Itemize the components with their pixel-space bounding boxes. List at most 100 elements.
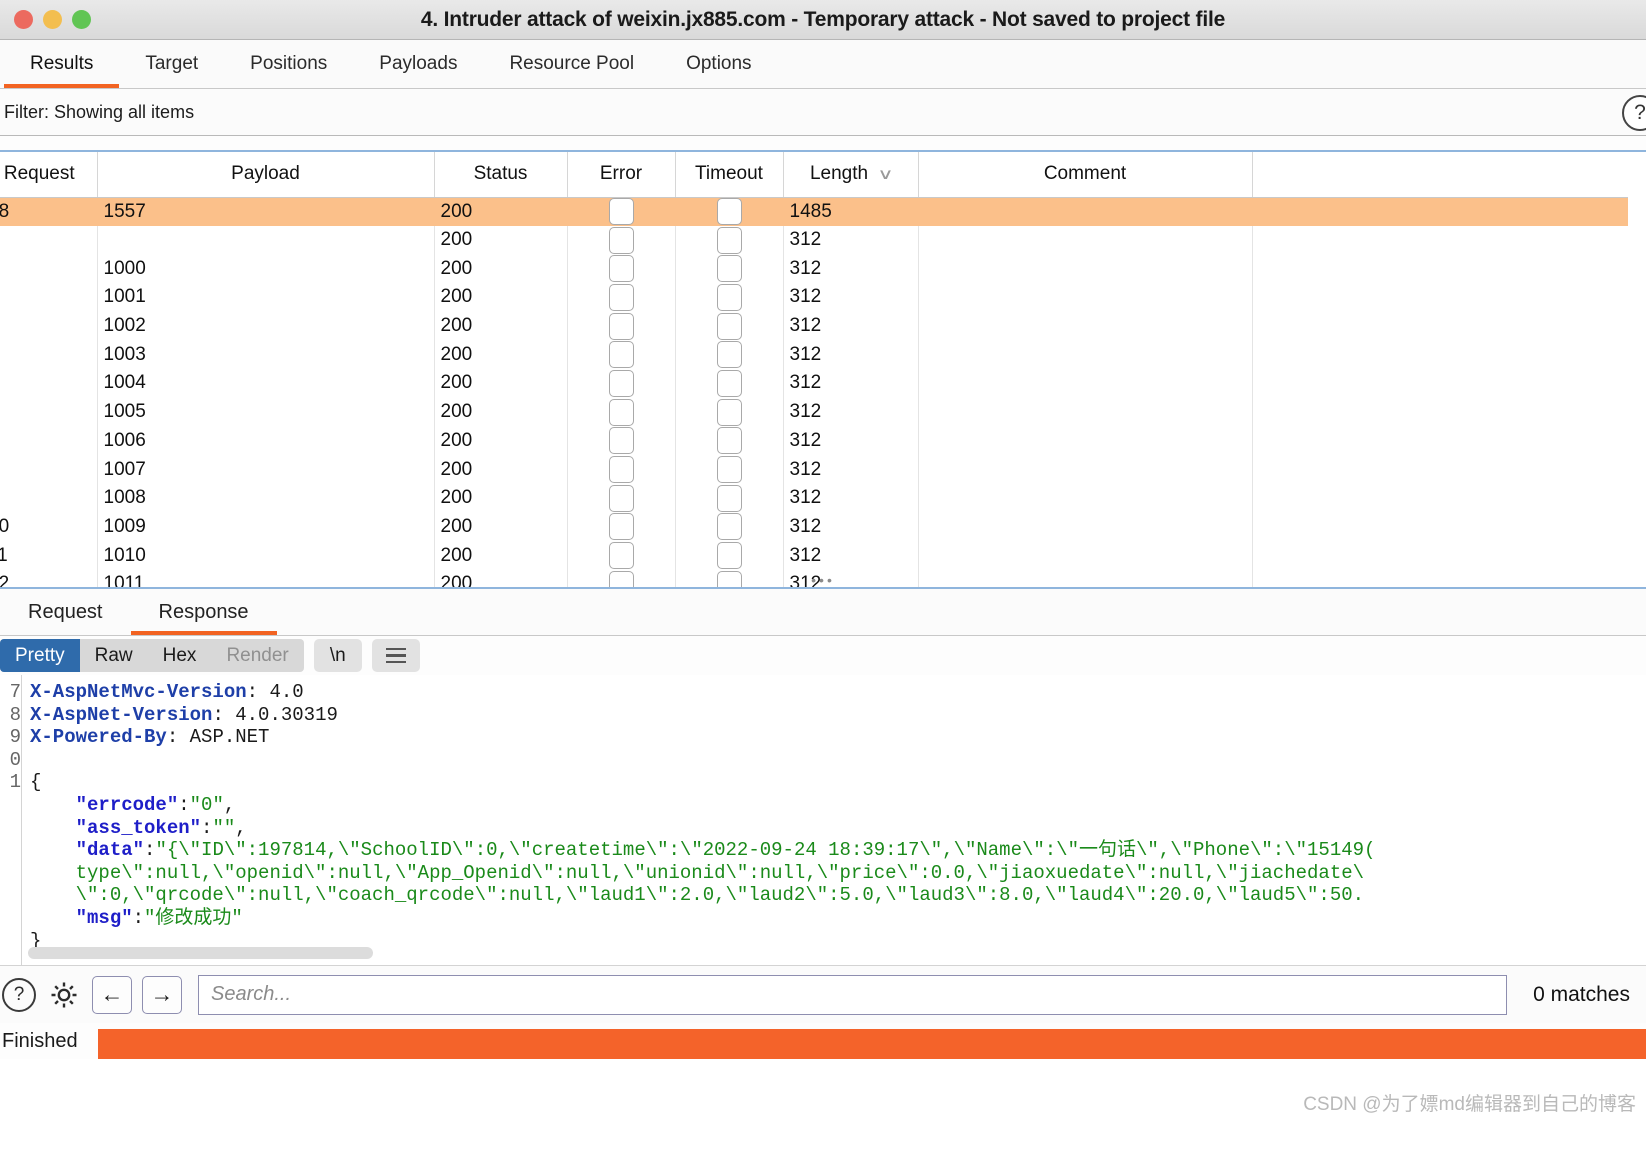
cell-tail bbox=[1252, 226, 1628, 255]
timeout-checkbox[interactable] bbox=[716, 570, 742, 587]
column-header-timeout[interactable]: Timeout bbox=[675, 152, 784, 198]
error-checkbox[interactable] bbox=[608, 369, 634, 397]
timeout-checkbox[interactable] bbox=[716, 341, 742, 369]
table-row[interactable]: 71006200 312 bbox=[0, 426, 1628, 456]
tab-target[interactable]: Target bbox=[119, 40, 224, 88]
table-row[interactable]: 111010200 312 bbox=[0, 541, 1628, 570]
tab-payloads[interactable]: Payloads bbox=[353, 40, 483, 88]
search-next-button[interactable]: → bbox=[142, 975, 182, 1014]
table-row[interactable]: 9 200 312 bbox=[0, 225, 1628, 255]
help-icon[interactable]: ? bbox=[2, 977, 36, 1012]
gear-icon[interactable] bbox=[46, 977, 82, 1013]
search-input[interactable]: Search... bbox=[198, 974, 1508, 1015]
line-number: 0 bbox=[9, 748, 21, 771]
tab-resource-pool[interactable]: Resource Pool bbox=[483, 40, 660, 88]
cell-status: 200 bbox=[434, 340, 568, 370]
help-icon[interactable]: ? bbox=[1622, 95, 1646, 131]
timeout-checkbox[interactable] bbox=[716, 198, 742, 226]
error-checkbox[interactable] bbox=[608, 427, 634, 455]
splitter-handle[interactable]: ••• bbox=[811, 573, 835, 587]
response-viewer[interactable]: 78901 X-AspNetMvc-Version: 4.0 X-AspNet-V… bbox=[0, 675, 1646, 965]
filter-bar[interactable]: Filter: Showing all items ? bbox=[0, 89, 1646, 136]
error-checkbox[interactable] bbox=[608, 570, 634, 587]
table-row[interactable]: 41003200 312 bbox=[0, 340, 1628, 370]
error-checkbox[interactable] bbox=[608, 341, 634, 369]
table-row[interactable]: 81007200 312 bbox=[0, 455, 1628, 484]
cell-status: 200 bbox=[434, 455, 568, 484]
error-checkbox[interactable] bbox=[608, 255, 634, 283]
cell-error bbox=[567, 569, 676, 587]
error-checkbox[interactable] bbox=[608, 283, 634, 311]
chevron-down-icon[interactable]: ∨ bbox=[877, 165, 893, 183]
cell-status: 200 bbox=[434, 197, 568, 226]
view-mode-hex[interactable]: Hex bbox=[148, 639, 212, 672]
table-row[interactable]: 51004200 312 bbox=[0, 369, 1628, 398]
table-row[interactable]: 31002200 312 bbox=[0, 311, 1628, 341]
timeout-checkbox[interactable] bbox=[716, 283, 742, 311]
table-row[interactable]: 11000200 312 bbox=[0, 254, 1628, 284]
tab-request[interactable]: Request bbox=[0, 589, 131, 635]
response-body: X-AspNetMvc-Version: 4.0 X-AspNet-Version… bbox=[30, 675, 1646, 952]
table-row[interactable]: 61005200 312 bbox=[0, 397, 1628, 427]
error-checkbox[interactable] bbox=[608, 542, 634, 570]
error-checkbox[interactable] bbox=[608, 198, 634, 226]
table-row[interactable]: 91008200 312 bbox=[0, 483, 1628, 513]
error-checkbox[interactable] bbox=[608, 513, 634, 541]
view-mode-pretty[interactable]: Pretty bbox=[0, 639, 80, 672]
column-header-error[interactable]: Error bbox=[567, 152, 676, 198]
newline-toggle-button[interactable]: \n bbox=[313, 639, 362, 672]
timeout-checkbox[interactable] bbox=[716, 542, 742, 570]
table-row[interactable]: 581557200 1485 bbox=[0, 197, 1628, 226]
cell-payload: 1006 bbox=[97, 426, 435, 456]
timeout-checkbox[interactable] bbox=[716, 398, 742, 426]
column-header-length[interactable]: Length ∨ bbox=[783, 152, 919, 198]
timeout-checkbox[interactable] bbox=[716, 226, 742, 254]
line-number: 9 bbox=[9, 726, 21, 749]
watermark-text: CSDN @为了嫖md编辑器到自己的博客 bbox=[1303, 1094, 1636, 1115]
tab-response[interactable]: Response bbox=[130, 589, 277, 635]
column-header-request[interactable]: Request bbox=[0, 152, 98, 198]
column-header-tail bbox=[1252, 152, 1628, 198]
timeout-checkbox[interactable] bbox=[716, 456, 742, 484]
tab-label: Positions bbox=[250, 53, 328, 74]
horizontal-scrollbar[interactable] bbox=[28, 947, 1646, 959]
column-header-payload[interactable]: Payload bbox=[97, 152, 435, 198]
column-header-comment[interactable]: Comment bbox=[918, 152, 1253, 198]
table-row[interactable]: 101009200 312 bbox=[0, 512, 1628, 542]
timeout-checkbox[interactable] bbox=[716, 312, 742, 340]
cell-comment bbox=[918, 426, 1253, 456]
timeout-checkbox[interactable] bbox=[716, 369, 742, 397]
code-line: X-AspNetMvc-Version: 4.0 bbox=[30, 681, 304, 703]
cell-tail bbox=[1252, 197, 1628, 226]
error-checkbox[interactable] bbox=[608, 484, 634, 512]
cell-length: 312 bbox=[783, 397, 919, 427]
error-checkbox[interactable] bbox=[608, 226, 634, 254]
column-header-status[interactable]: Status bbox=[434, 152, 568, 198]
cell-comment bbox=[918, 397, 1253, 427]
error-checkbox[interactable] bbox=[608, 456, 634, 484]
timeout-checkbox[interactable] bbox=[716, 427, 742, 455]
view-mode-raw[interactable]: Raw bbox=[80, 639, 148, 672]
tab-options[interactable]: Options bbox=[660, 40, 777, 88]
tab-positions[interactable]: Positions bbox=[224, 40, 353, 88]
timeout-checkbox[interactable] bbox=[716, 513, 742, 541]
viewer-menu-button[interactable] bbox=[371, 639, 420, 672]
cell-error bbox=[567, 311, 676, 341]
scrollbar-thumb[interactable] bbox=[28, 947, 373, 959]
tab-results[interactable]: Results bbox=[4, 40, 120, 88]
cell-payload: 1001 bbox=[97, 283, 435, 312]
table-row[interactable]: 21001200 312 bbox=[0, 283, 1628, 312]
column-label: Timeout bbox=[695, 163, 763, 185]
results-table-container[interactable]: Request Payload Status Error Timeout Len… bbox=[0, 152, 1646, 589]
search-bar: ? ← → Search... 0 matches bbox=[0, 965, 1646, 1023]
timeout-checkbox[interactable] bbox=[716, 484, 742, 512]
error-checkbox[interactable] bbox=[608, 398, 634, 426]
cell-error bbox=[567, 225, 676, 255]
cell-comment bbox=[918, 225, 1253, 255]
timeout-checkbox[interactable] bbox=[716, 255, 742, 283]
mode-label: Hex bbox=[162, 644, 197, 666]
code-line: type\":null,\"openid\":null,\"App_Openid… bbox=[75, 861, 1365, 884]
error-checkbox[interactable] bbox=[608, 312, 634, 340]
line-number-gutter: 78901 bbox=[0, 675, 22, 965]
search-prev-button[interactable]: ← bbox=[92, 975, 132, 1014]
